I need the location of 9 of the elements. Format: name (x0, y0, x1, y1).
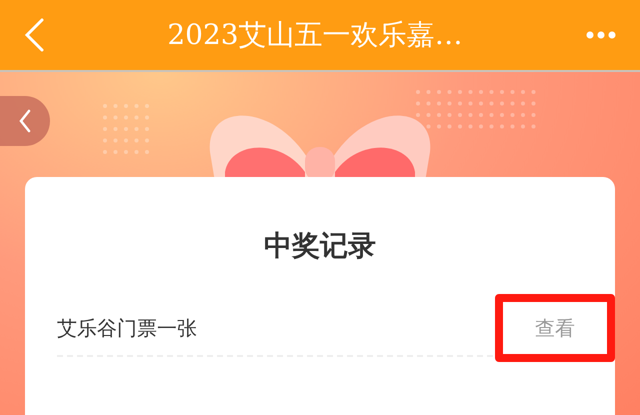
more-icon[interactable] (586, 31, 616, 39)
view-button[interactable]: 查看 (495, 294, 615, 362)
back-icon[interactable] (24, 18, 44, 52)
back-icon (19, 109, 31, 133)
prize-name: 艾乐谷门票一张 (57, 315, 197, 342)
dot-pattern-drawing (103, 104, 149, 154)
back-button[interactable] (0, 96, 50, 146)
page-title: 2023艾山五一欢乐嘉… (167, 17, 463, 53)
card-title: 中奖记录 (264, 228, 376, 264)
